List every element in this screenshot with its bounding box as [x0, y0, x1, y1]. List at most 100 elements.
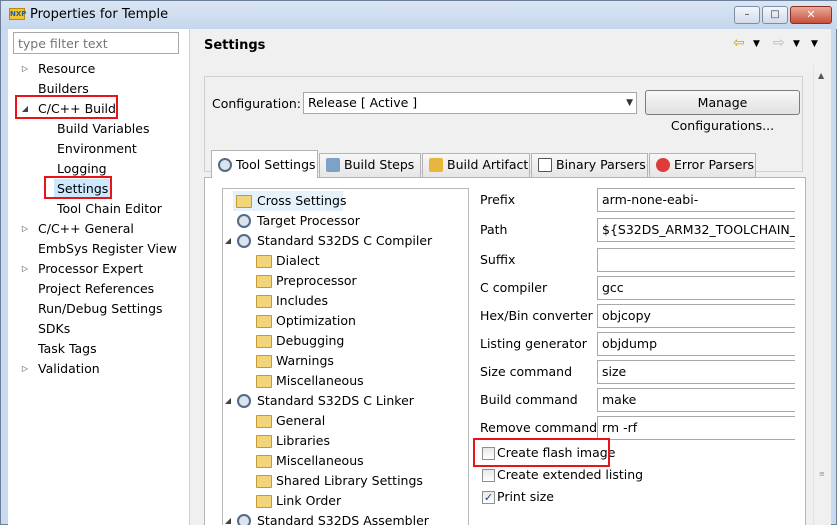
tool-tree-label: Includes: [276, 293, 329, 308]
nav-item-label: Build Variables: [57, 121, 150, 136]
build-command-label: Build command: [480, 392, 578, 407]
tool-tree-label: Miscellaneous: [276, 453, 364, 468]
close-button[interactable]: ✕: [790, 6, 832, 24]
prefix-field[interactable]: arm-none-eabi-: [597, 188, 795, 212]
tool-tree-label: Optimization: [276, 313, 356, 328]
expand-icon[interactable]: ▷: [20, 259, 30, 279]
tab-build-artifact[interactable]: Build Artifact: [422, 153, 530, 177]
nav-item-build-variables[interactable]: Build Variables: [57, 119, 149, 139]
nav-item-label: Project References: [38, 281, 155, 296]
settings-page: Settings ⇦ ▼ ⇨ ▼ ▼ Configuration: Releas…: [195, 29, 831, 525]
print-size-label: Print size: [497, 489, 554, 504]
expand-icon[interactable]: ▷: [20, 359, 30, 379]
tool-tree-label: Standard S32DS C Compiler: [257, 233, 433, 248]
tool-tree-label: General: [276, 413, 326, 428]
forward-arrow-icon[interactable]: ⇨: [773, 35, 785, 51]
folder-icon: [236, 195, 252, 208]
forward-menu-icon[interactable]: ▼: [793, 39, 800, 49]
nav-item-environment[interactable]: Environment: [57, 139, 137, 159]
manage-configurations-button[interactable]: Manage Configurations...: [645, 90, 800, 133]
nav-item-label: Tool Chain Editor: [57, 201, 162, 216]
window-title: Properties for Temple: [30, 7, 169, 22]
tool-tree-item-cross-settings[interactable]: Cross Settings: [233, 191, 347, 211]
nav-item-label: Logging: [57, 161, 107, 176]
tool-tree: Cross Settings Target Processor ◢ Standa…: [222, 188, 469, 525]
tab-label: Tool Settings: [236, 157, 316, 172]
tab-tool-settings[interactable]: Tool Settings: [211, 150, 318, 178]
nav-item-label: Validation: [38, 361, 100, 376]
create-extended-listing-label: Create extended listing: [497, 467, 644, 482]
hex-bin-converter-label: Hex/Bin converter: [480, 308, 593, 323]
scroll-up-icon[interactable]: ▲: [818, 71, 824, 80]
back-arrow-icon[interactable]: ⇦: [733, 35, 745, 51]
tool-tree-label: Link Order: [276, 493, 342, 508]
expand-icon[interactable]: ▷: [20, 219, 30, 239]
folder-icon: [256, 275, 272, 288]
minimize-button[interactable]: –: [734, 6, 760, 24]
tool-tree-label: Standard S32DS Assembler: [257, 513, 429, 525]
back-menu-icon[interactable]: ▼: [753, 39, 760, 49]
expand-icon[interactable]: ▷: [20, 59, 30, 79]
filter-input[interactable]: [13, 32, 179, 54]
nav-panel: ▷ Resource Builders ◢ C/C++ Build Build …: [8, 29, 190, 525]
collapse-icon[interactable]: ◢: [223, 231, 233, 251]
tool-tree-label: Miscellaneous: [276, 373, 364, 388]
folder-icon: [256, 355, 272, 368]
print-size-checkbox[interactable]: ✓: [482, 491, 495, 504]
folder-icon: [256, 335, 272, 348]
folder-icon: [256, 375, 272, 388]
suffix-label: Suffix: [480, 252, 516, 267]
artifact-icon: [429, 158, 443, 172]
annotation-box: [44, 176, 112, 199]
c-compiler-field[interactable]: gcc: [597, 276, 795, 300]
tab-binary-parsers[interactable]: Binary Parsers: [531, 153, 648, 177]
view-menu-icon[interactable]: ▼: [811, 39, 818, 49]
gear-icon: [218, 158, 232, 172]
annotation-box: [15, 95, 118, 119]
nav-item-label: EmbSys Register View: [38, 241, 177, 256]
error-icon: [656, 158, 670, 172]
tool-tree-label: Warnings: [276, 353, 334, 368]
listing-generator-field[interactable]: objdump: [597, 332, 795, 356]
collapse-icon[interactable]: ◢: [223, 391, 233, 411]
nav-item-label: Resource: [38, 61, 96, 76]
nav-item-tool-chain-editor[interactable]: Tool Chain Editor: [57, 199, 162, 219]
hex-bin-converter-field[interactable]: objcopy: [597, 304, 795, 328]
dialog-client: ▷ Resource Builders ◢ C/C++ Build Build …: [8, 29, 831, 525]
nav-item-label: Task Tags: [38, 341, 97, 356]
remove-command-label: Remove command: [480, 420, 598, 435]
tab-build-steps[interactable]: Build Steps: [319, 153, 421, 177]
folder-icon: [256, 475, 272, 488]
create-extended-listing-checkbox[interactable]: [482, 469, 495, 482]
path-label: Path: [480, 222, 508, 237]
page-title: Settings: [204, 38, 266, 53]
size-command-label: Size command: [480, 364, 573, 379]
annotation-box: [473, 438, 610, 467]
folder-icon: [256, 455, 272, 468]
tab-error-parsers[interactable]: Error Parsers: [649, 153, 756, 177]
build-steps-icon: [326, 158, 340, 172]
remove-command-field[interactable]: rm -rf: [597, 416, 795, 440]
vertical-scrollbar[interactable]: ▲ ≡: [813, 65, 830, 525]
configuration-label: Configuration:: [212, 96, 301, 111]
size-command-field[interactable]: size: [597, 360, 795, 384]
build-command-field[interactable]: make: [597, 388, 795, 412]
tab-label: Build Steps: [344, 157, 415, 172]
c-compiler-label: C compiler: [480, 280, 548, 295]
suffix-field[interactable]: [597, 248, 795, 272]
maximize-button[interactable]: □: [762, 6, 788, 24]
tool-tree-label: Cross Settings: [257, 193, 347, 208]
folder-icon: [256, 295, 272, 308]
properties-window: NXP Properties for Temple – □ ✕ ▷ Resour…: [0, 0, 837, 525]
configuration-value: Release [ Active ]: [308, 95, 418, 110]
binary-file-icon: [538, 158, 552, 172]
path-field[interactable]: ${S32DS_ARM32_TOOLCHAIN_DIR}: [597, 218, 795, 242]
collapse-icon[interactable]: ◢: [223, 511, 233, 525]
nav-item-label: Processor Expert: [38, 261, 144, 276]
tab-label: Binary Parsers: [556, 157, 646, 172]
title-bar[interactable]: NXP Properties for Temple – □ ✕: [1, 1, 837, 29]
tool-tree-label: Debugging: [276, 333, 345, 348]
folder-icon: [256, 255, 272, 268]
configuration-select[interactable]: Release [ Active ] ▼: [303, 92, 637, 114]
app-icon: NXP: [9, 8, 27, 20]
